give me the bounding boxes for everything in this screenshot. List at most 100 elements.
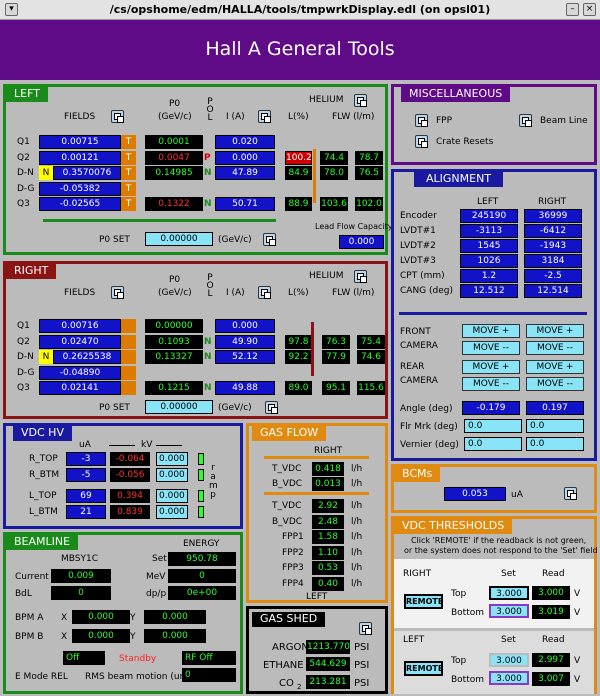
right-row-label: D-G [17,367,35,378]
left-p0set-copy-icon[interactable] [263,233,276,246]
vdc-hv-set-input[interactable]: 0.000 [156,505,188,519]
left-divider [43,219,276,222]
gas-flow-left-row-label: FPP2 [282,547,304,558]
angle-right-value: 0.197 [526,401,584,415]
right-remote-button[interactable]: REMOTE [404,594,443,609]
gas-flow-left-unit: l/h [351,501,363,511]
gas-flow-panel-title: GAS FLOW [252,426,327,441]
right-row-t-flag [121,365,136,380]
left-row-current: 0.000 [215,150,275,165]
left-fields-copy-icon[interactable] [111,110,124,123]
right-bottom-set-input[interactable]: 3.000 [489,604,529,618]
gas-flow-panel: GAS FLOW RIGHT T_VDC 0.418 l/h B_VDC 0.013 l/… [246,423,388,603]
right-panel-title: RIGHT [6,264,57,279]
right-p0set-copy-icon[interactable] [265,401,278,414]
left-row-n-flag: N [39,166,53,180]
ethane-label: ETHANE [263,660,304,671]
left-helium-copy-icon[interactable] [354,94,367,107]
vdc-hv-set-input[interactable]: 0.000 [156,489,188,503]
right-top-set-input[interactable]: 3.000 [489,586,529,600]
right-spectrometer-panel: RIGHT FIELDS P0 (GeV/c) P O L I (A) L(%)… [3,261,388,419]
gas-flow-right-label: RIGHT [314,446,343,456]
left-row-field: -0.05382 [39,181,121,196]
fpp-copy-icon[interactable] [415,114,428,127]
right-current-copy-icon[interactable] [258,286,271,299]
floor-mark-right-input[interactable]: 0.0 [526,419,584,433]
right-row-flow-1: 95.1 [322,381,350,395]
left-top-set-input[interactable]: 3.000 [489,653,529,667]
alignment-row-label: LVDT#3 [400,256,436,266]
vdc-hv-set-input[interactable]: 0.000 [156,452,188,466]
vernier-right-input[interactable]: 0.0 [526,437,584,451]
right-bottom-unit: V [574,608,581,618]
right-p0-unit: (GeV/c) [158,288,192,298]
left-row-level: 88.9 [285,197,312,211]
floor-mark-left-input[interactable]: 0.0 [464,419,522,433]
crate-resets-copy-icon[interactable] [415,135,428,148]
co2-unit: PSI [354,678,370,689]
left-p0-unit: (GeV/c) [158,112,192,122]
rear-left-move-plus-button[interactable]: MOVE + [462,360,520,374]
vdc-hv-set-input[interactable]: 0.000 [156,468,188,482]
left-bottom-set-input[interactable]: 3.000 [489,671,529,685]
right-row-level: 92.2 [285,350,312,364]
left-row-p0: 0.0047 [145,150,203,165]
left-p0set-input[interactable]: 0.00000 [145,232,213,246]
vdc-hv-ua-label: uA [79,440,91,450]
gas-flow-left-unit: l/h [351,516,363,527]
left-p0-label: P0 [169,99,181,109]
beamline-mev-value: 0 [168,569,236,583]
vdc-hv-row-label: R_BTM [29,470,60,480]
gas-shed-copy-icon[interactable] [359,622,372,635]
gas-flow-right-unit: l/h [351,479,363,489]
front-right-move-minus-button[interactable]: MOVE -- [526,341,584,355]
co2-value: 213.281 [306,675,350,689]
minimize-button[interactable]: – [566,3,579,16]
rear-left-move-minus-button[interactable]: MOVE -- [462,377,520,391]
alignment-panel: ALIGNMENT LEFT RIGHT Encoder 245190 36999 L… [391,169,597,461]
right-row-flow-2: 75.4 [357,334,385,349]
gas-flow-left-unit: l/h [351,547,363,558]
vdc-hv-current: 21 [66,505,106,519]
gas-flow-left-label: LEFT [306,592,328,602]
left-row-flow-1: 103.6 [320,197,348,211]
beamline-copy-icon[interactable] [519,114,532,127]
front-left-move-minus-button[interactable]: MOVE -- [462,341,520,355]
left-remote-button[interactable]: REMOTE [404,661,443,676]
gas-flow-left-value: 2.48 [312,514,344,529]
left-row-current: 50.71 [215,197,275,211]
vernier-left-input[interactable]: 0.0 [464,437,522,451]
front-right-move-plus-button[interactable]: MOVE + [526,324,584,338]
beamline-dpp-value: 0e+00 [168,586,236,600]
close-button[interactable]: × [583,3,596,16]
alignment-right-header: RIGHT [538,197,567,207]
right-p0set-input[interactable]: 0.00000 [145,400,213,414]
window-menu-icon[interactable]: ▾ [5,3,18,16]
rear-right-move-plus-button[interactable]: MOVE + [526,360,584,374]
left-row-t-flag: T [121,135,136,149]
alignment-left-value: 245190 [460,209,518,223]
right-fields-copy-icon[interactable] [111,286,124,299]
left-row-current: 0.020 [215,135,275,149]
alignment-right-value: 36999 [524,209,582,223]
ethane-unit: PSI [354,660,370,671]
vdc-hv-ramp-indicator [198,453,204,465]
left-row-t-flag: T [121,181,136,196]
bcms-copy-icon[interactable] [564,487,577,500]
bcms-panel-title: BCMs [394,467,441,482]
right-row-current: 49.88 [215,381,275,395]
right-row-flow-1: 76.3 [322,334,350,349]
rear-right-move-minus-button[interactable]: MOVE -- [526,377,584,391]
beamline-panel: BEAMLINE MBSY1C ENERGY Set 950.78 Curren… [3,532,243,694]
left-current-copy-icon[interactable] [258,110,271,123]
front-left-move-plus-button[interactable]: MOVE + [462,324,520,338]
right-helium-copy-icon[interactable] [354,270,367,283]
gas-flow-right-row-label: B_VDC [272,479,303,489]
vdc-hv-voltage: 0.839 [110,505,150,519]
vdc-hv-ramp-indicator [198,506,204,518]
alignment-row-label: CPT (mm) [400,271,445,281]
alignment-row-label: LVDT#2 [400,241,436,251]
vdc-hv-row-label: L_BTM [29,507,58,517]
gas-flow-left-value: 1.10 [312,545,344,560]
alignment-right-value: 12.514 [524,284,582,298]
